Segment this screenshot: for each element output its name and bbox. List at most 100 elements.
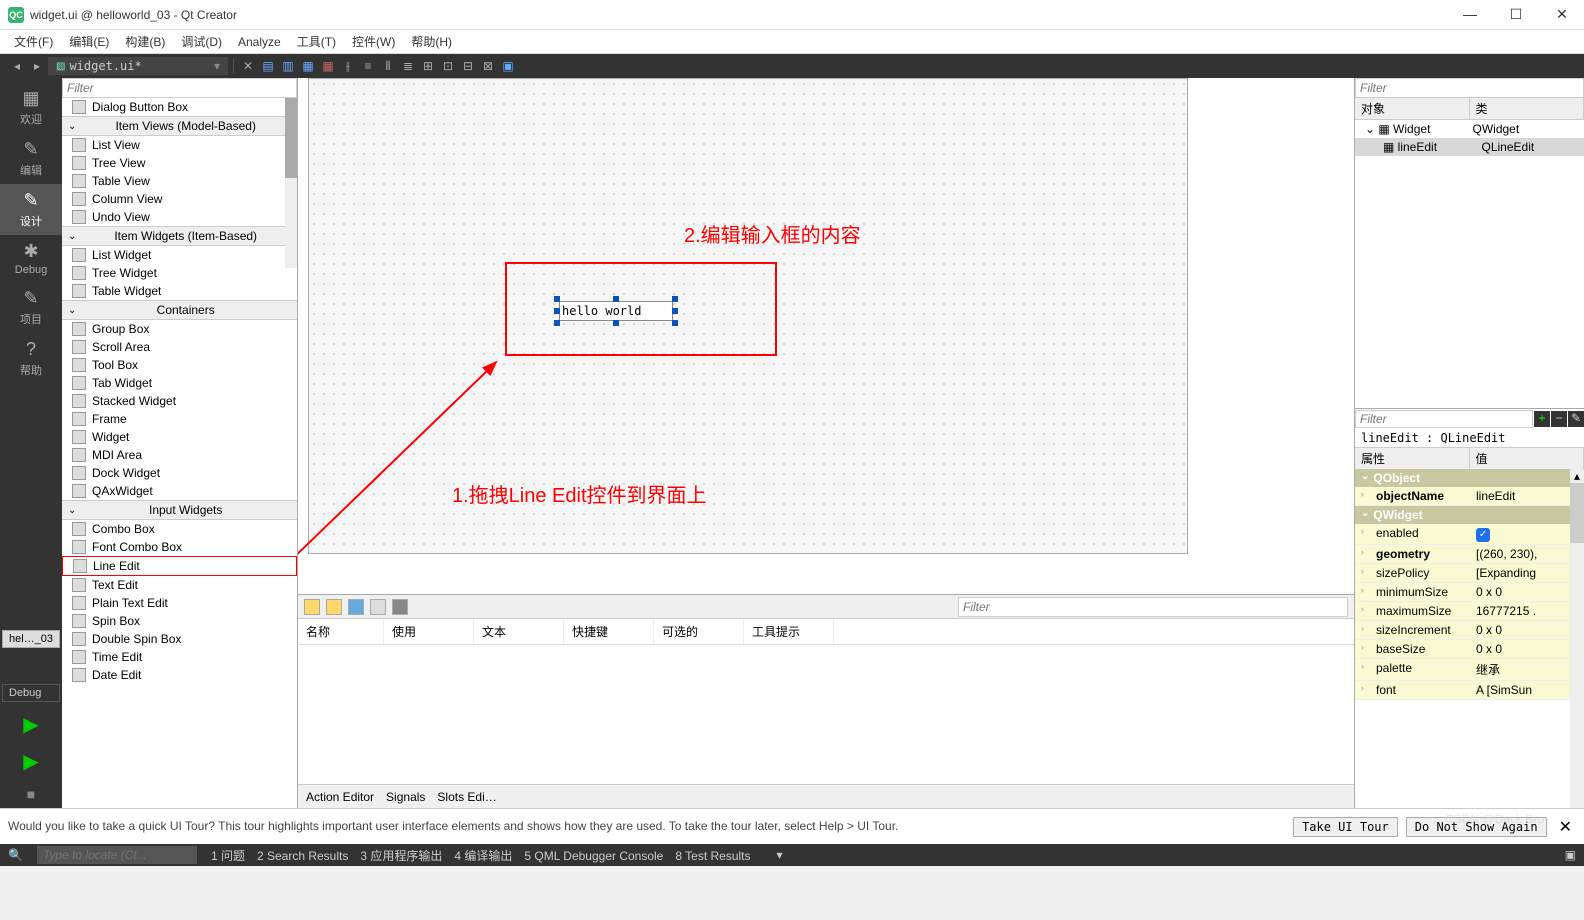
property-row[interactable]: ›maximumSize16777215 . bbox=[1355, 602, 1570, 621]
property-category[interactable]: ⌄ QWidget bbox=[1355, 506, 1570, 524]
status-right-icon[interactable]: ▣ bbox=[1565, 848, 1576, 862]
widget-item[interactable]: Table View bbox=[62, 172, 297, 190]
new-action-icon[interactable] bbox=[304, 599, 320, 615]
form-widget[interactable]: 2.编辑输入框的内容 1.拖拽Line Edit控件到界面上 bbox=[308, 78, 1188, 554]
widget-item[interactable]: Tree Widget bbox=[62, 264, 297, 282]
widget-item[interactable]: Plain Text Edit bbox=[62, 594, 297, 612]
nav-fwd-icon[interactable]: ▸ bbox=[28, 57, 46, 75]
widget-item[interactable]: Tree View bbox=[62, 154, 297, 172]
nav-back-icon[interactable]: ◂ bbox=[8, 57, 26, 75]
widget-item[interactable]: Spin Box bbox=[62, 612, 297, 630]
widget-item[interactable]: Scroll Area bbox=[62, 338, 297, 356]
take-tour-button[interactable]: Take UI Tour bbox=[1293, 817, 1398, 837]
layout-g-icon[interactable]: ▦ bbox=[299, 57, 317, 75]
open-folder-icon[interactable] bbox=[326, 599, 342, 615]
status-item[interactable]: 1 问题 bbox=[211, 849, 245, 863]
menu-item[interactable]: 文件(F) bbox=[8, 31, 59, 52]
property-body[interactable]: ⌄ QObject›objectNamelineEdit⌄ QWidget›en… bbox=[1355, 469, 1570, 808]
form-canvas[interactable]: 2.编辑输入框的内容 1.拖拽Line Edit控件到界面上 bbox=[298, 78, 1354, 594]
status-chevron-icon[interactable]: ▾ bbox=[777, 848, 783, 862]
widget-item[interactable]: Frame bbox=[62, 410, 297, 428]
status-item[interactable]: 5 QML Debugger Console bbox=[524, 849, 663, 863]
maximize-button[interactable]: ☐ bbox=[1502, 6, 1530, 23]
grid3-icon[interactable]: ⊟ bbox=[459, 57, 477, 75]
layout-break-icon[interactable]: ⫲ bbox=[339, 57, 357, 75]
selection-handles[interactable] bbox=[554, 296, 678, 326]
mode-欢迎[interactable]: ▦欢迎 bbox=[0, 82, 62, 133]
property-row[interactable]: ›baseSize0 x 0 bbox=[1355, 640, 1570, 659]
widget-item[interactable]: Stacked Widget bbox=[62, 392, 297, 410]
property-row[interactable]: ›geometry[(260, 230), bbox=[1355, 545, 1570, 564]
widget-item[interactable]: Font Combo Box bbox=[62, 538, 297, 556]
widget-scrollbar[interactable] bbox=[285, 98, 297, 268]
action-tab[interactable]: Signals bbox=[386, 790, 425, 804]
widget-item[interactable]: Line Edit bbox=[62, 556, 297, 576]
property-row[interactable]: ›minimumSize0 x 0 bbox=[1355, 583, 1570, 602]
locator-input[interactable] bbox=[37, 846, 197, 864]
minimize-button[interactable]: — bbox=[1456, 6, 1484, 23]
add-prop-icon[interactable]: + bbox=[1534, 411, 1550, 427]
debug-selector-tab[interactable]: Debug bbox=[2, 684, 60, 702]
property-filter-input[interactable] bbox=[1355, 410, 1533, 428]
widget-list[interactable]: Dialog Button Box⌄Item Views (Model-Base… bbox=[62, 98, 297, 808]
kit-selector-tab[interactable]: hel…_03 bbox=[2, 630, 60, 648]
widget-item[interactable]: Undo View bbox=[62, 208, 297, 226]
widget-item[interactable]: Text Edit bbox=[62, 576, 297, 594]
widget-item[interactable]: Group Box bbox=[62, 320, 297, 338]
grid-icon[interactable]: ⊞ bbox=[419, 57, 437, 75]
copy-action-icon[interactable] bbox=[348, 599, 364, 615]
locator-icon[interactable]: 🔍 bbox=[8, 848, 23, 862]
status-item[interactable]: 4 编译输出 bbox=[454, 849, 512, 863]
mode-设计[interactable]: ✎设计 bbox=[0, 184, 62, 235]
widget-item[interactable]: Time Edit bbox=[62, 648, 297, 666]
layout-h-icon[interactable]: ▤ bbox=[259, 57, 277, 75]
widget-item[interactable]: MDI Area bbox=[62, 446, 297, 464]
status-item[interactable]: 3 应用程序输出 bbox=[360, 849, 442, 863]
object-row[interactable]: ▦ lineEditQLineEdit bbox=[1355, 138, 1584, 156]
mode-编辑[interactable]: ✎编辑 bbox=[0, 133, 62, 184]
object-filter-input[interactable] bbox=[1355, 78, 1584, 98]
mode-项目[interactable]: ✎项目 bbox=[0, 282, 62, 333]
action-filter-input[interactable] bbox=[958, 597, 1348, 617]
menu-item[interactable]: 控件(W) bbox=[346, 31, 401, 52]
remove-prop-icon[interactable]: − bbox=[1551, 411, 1567, 427]
open-file-tab[interactable]: ▧ widget.ui* ▾ bbox=[48, 57, 228, 75]
tour-close-icon[interactable]: ✕ bbox=[1555, 817, 1576, 837]
widget-item[interactable]: Double Spin Box bbox=[62, 630, 297, 648]
menu-item[interactable]: 调试(D) bbox=[175, 31, 228, 52]
dismiss-tour-button[interactable]: Do Not Show Again bbox=[1406, 817, 1547, 837]
property-row[interactable]: ›palette继承 bbox=[1355, 659, 1570, 681]
widget-item[interactable]: Table Widget bbox=[62, 282, 297, 300]
layout-f-icon[interactable]: ▦ bbox=[319, 57, 337, 75]
action-tab[interactable]: Action Editor bbox=[306, 790, 374, 804]
menu-item[interactable]: 构建(B) bbox=[119, 31, 171, 52]
close-tab-icon[interactable]: ✕ bbox=[239, 57, 257, 75]
status-item[interactable]: 8 Test Results bbox=[675, 849, 750, 863]
align-h-icon[interactable]: ≡ bbox=[359, 57, 377, 75]
widget-item[interactable]: Tab Widget bbox=[62, 374, 297, 392]
property-row[interactable]: ›enabled✓ bbox=[1355, 524, 1570, 545]
menu-item[interactable]: 编辑(E) bbox=[63, 31, 115, 52]
property-row[interactable]: ›sizeIncrement0 x 0 bbox=[1355, 621, 1570, 640]
widget-item[interactable]: QAxWidget bbox=[62, 482, 297, 500]
widget-item[interactable]: Dialog Button Box bbox=[62, 98, 297, 116]
run-button[interactable]: ▶ bbox=[17, 743, 44, 780]
widget-category[interactable]: ⌄Input Widgets bbox=[62, 500, 297, 520]
widget-category[interactable]: ⌄Containers bbox=[62, 300, 297, 320]
object-row[interactable]: ⌄ ▦ WidgetQWidget bbox=[1355, 120, 1584, 138]
widget-item[interactable]: List View bbox=[62, 136, 297, 154]
widget-item[interactable]: Tool Box bbox=[62, 356, 297, 374]
widget-item[interactable]: Widget bbox=[62, 428, 297, 446]
config-action-icon[interactable] bbox=[392, 599, 408, 615]
status-item[interactable]: 2 Search Results bbox=[257, 849, 348, 863]
tab-dropdown-icon[interactable]: ▾ bbox=[214, 59, 220, 73]
layout-v-icon[interactable]: ▥ bbox=[279, 57, 297, 75]
align-r-icon[interactable]: ≣ bbox=[399, 57, 417, 75]
widget-item[interactable]: Dock Widget bbox=[62, 464, 297, 482]
grid4-icon[interactable]: ⊠ bbox=[479, 57, 497, 75]
property-category[interactable]: ⌄ QObject bbox=[1355, 469, 1570, 487]
close-button[interactable]: ✕ bbox=[1548, 6, 1576, 23]
action-tab[interactable]: Slots Edi… bbox=[437, 790, 496, 804]
property-row[interactable]: ›objectNamelineEdit bbox=[1355, 487, 1570, 506]
widget-item[interactable]: Combo Box bbox=[62, 520, 297, 538]
